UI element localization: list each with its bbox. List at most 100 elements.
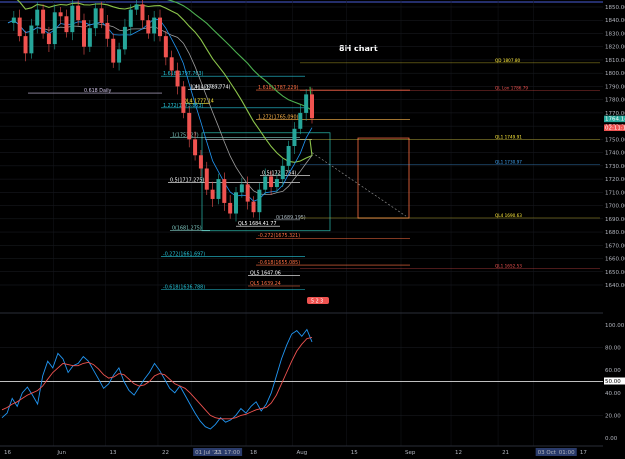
price-tick-label: 1790.00 xyxy=(605,84,625,90)
candle-body xyxy=(76,5,81,21)
signal-badge-label: 5 2 3 xyxy=(311,299,323,305)
osc-midline-label: 50.00 xyxy=(605,379,621,385)
price-tick-label: 1700.00 xyxy=(605,204,625,210)
candle-body xyxy=(99,8,104,23)
fib-level-label: -0.618(1636.788) xyxy=(163,284,205,290)
price-tick-label: 1750.00 xyxy=(605,137,625,143)
candle-body xyxy=(234,192,238,214)
price-tick-label: 1830.00 xyxy=(605,31,625,37)
time-tick-label: 18 xyxy=(250,450,257,456)
fib-level-label: 0.618 Daily xyxy=(84,88,112,94)
right-level-label: QL4 1690.63 xyxy=(495,213,522,218)
osc-tick-label: 80.00 xyxy=(605,346,621,352)
fib-level-label: 1.272(1765.090) xyxy=(258,114,298,120)
candle-body xyxy=(140,4,145,21)
price-tick-label: 1850.00 xyxy=(605,5,625,11)
fib-level-label: -0.618(1655.085) xyxy=(258,260,300,266)
candle-body xyxy=(245,184,250,202)
price-tick-label: 1780.00 xyxy=(605,98,625,104)
price-tick-label: 1670.00 xyxy=(605,243,625,249)
candle-body xyxy=(87,28,92,47)
fib-level-label: 0(1681.275) xyxy=(172,225,202,231)
time-tick-label: 13 xyxy=(110,450,117,456)
candle-body xyxy=(152,17,157,34)
candle-body xyxy=(263,176,268,190)
candle-body xyxy=(35,9,40,26)
time-tick-label: Jun xyxy=(56,450,66,456)
candle-body xyxy=(23,36,28,54)
candle-body xyxy=(239,184,244,193)
candle-body xyxy=(29,25,34,54)
candle-body xyxy=(64,16,69,33)
right-level-label: QD 1807.80 xyxy=(495,58,521,63)
price-tick-label: 1820.00 xyxy=(605,45,625,51)
fib-level-label: QL5 1647.06 xyxy=(250,271,281,277)
candle-body xyxy=(17,17,22,37)
candle-body xyxy=(298,112,303,129)
fib-level-label: QL5 1684.41 77 xyxy=(238,221,277,227)
candle-body xyxy=(280,165,285,180)
candle-body xyxy=(58,12,63,17)
time-tick-label: 12 xyxy=(455,450,462,456)
candle-body xyxy=(169,57,174,71)
time-tick-label: 17 xyxy=(580,450,587,456)
candle-body xyxy=(117,49,122,63)
osc-tick-label: 20.00 xyxy=(605,413,621,419)
time-tick-label: 01:00 xyxy=(559,450,575,456)
candle-body xyxy=(41,9,46,34)
osc-tick-label: 60.00 xyxy=(605,368,621,374)
candle-body xyxy=(146,20,151,34)
candle-body xyxy=(111,38,116,63)
candle-body xyxy=(134,4,139,10)
candle-body xyxy=(210,189,215,199)
fib-level-label: 1(1751.27) xyxy=(172,133,199,139)
time-tick-label: Sep xyxy=(405,450,416,456)
candle-body xyxy=(175,70,180,87)
osc-tick-label: 100.00 xyxy=(605,323,625,329)
chart-title: 8H chart xyxy=(339,44,378,53)
candle-body xyxy=(216,179,221,199)
price-badge-label: 02:11:13 xyxy=(605,125,625,131)
time-tick-label: 11 xyxy=(215,450,222,456)
fib-level-label: -0.272(1675.321) xyxy=(258,233,300,239)
candle-body xyxy=(193,139,198,156)
price-tick-label: 1690.00 xyxy=(605,217,625,223)
candle-body xyxy=(310,94,314,119)
osc-tick-label: 0.00 xyxy=(605,436,618,442)
candle-body xyxy=(304,94,309,113)
right-level-label: QL1 1749.91 xyxy=(495,135,522,140)
price-tick-label: 1730.00 xyxy=(605,164,625,170)
time-tick-label: 16 xyxy=(4,450,11,456)
fib-level-label: QL5 1639.24 xyxy=(250,281,281,287)
osc-tick-label: 40.00 xyxy=(605,391,621,397)
candle-body xyxy=(292,128,297,146)
candle-body xyxy=(11,17,16,23)
time-tick-label: 22 xyxy=(162,450,169,456)
candle-body xyxy=(122,26,127,50)
price-tick-label: 1660.00 xyxy=(605,257,625,263)
price-tick-label: 1740.00 xyxy=(605,151,625,157)
time-tick-label: 17:00 xyxy=(224,450,240,456)
candle-body xyxy=(82,20,86,47)
fib-level-label: 0.5(1717.275) xyxy=(170,178,204,184)
price-tick-label: 1710.00 xyxy=(605,190,625,196)
candle-body xyxy=(158,17,162,37)
candle-body xyxy=(204,168,209,190)
fib-level-label: -0.272(1661.697) xyxy=(163,251,205,257)
fib-level-label: 1.618(1787.229) xyxy=(258,85,298,91)
right-level-label: QL Lon 1786.79 xyxy=(495,86,528,91)
candle-body xyxy=(181,86,186,113)
candle-body xyxy=(105,22,110,39)
candle-body xyxy=(222,179,227,203)
time-tick-label: Aug xyxy=(296,450,307,456)
time-tick-label: 21 xyxy=(502,450,509,456)
candle-body xyxy=(187,112,192,140)
candle-body xyxy=(198,155,203,169)
candle-body xyxy=(251,201,256,213)
price-tick-label: 1720.00 xyxy=(605,177,625,183)
candle-body xyxy=(163,36,168,58)
price-tick-label: 1810.00 xyxy=(605,58,625,64)
price-tick-label: 1680.00 xyxy=(605,230,625,236)
candle-body xyxy=(46,33,51,45)
candle-body xyxy=(128,9,133,27)
